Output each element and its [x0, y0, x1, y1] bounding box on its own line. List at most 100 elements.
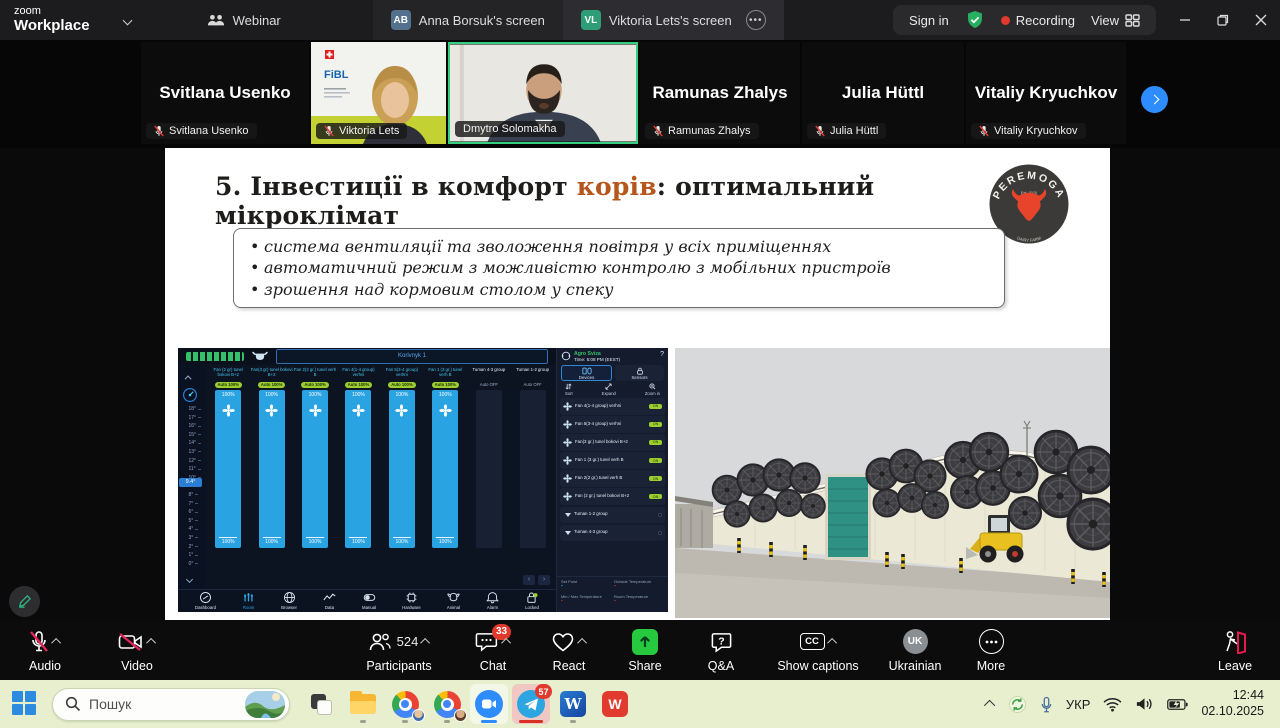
- tuman-auto-badge: Auto OFF: [477, 382, 501, 388]
- wifi-icon[interactable]: [1103, 697, 1122, 712]
- mic-off-icon: [154, 125, 164, 137]
- mic-off-icon: [979, 125, 989, 137]
- share-screen-icon: [632, 629, 658, 655]
- share-button[interactable]: Share: [618, 628, 672, 673]
- annotation-pencil-button[interactable]: [9, 586, 40, 617]
- taskbar-clock[interactable]: 12:44 02.10.2025: [1201, 688, 1264, 719]
- view-button[interactable]: View: [1091, 13, 1140, 28]
- file-explorer-button[interactable]: [344, 684, 382, 724]
- next-participants-button[interactable]: [1141, 86, 1168, 113]
- participants-count: 524: [397, 634, 419, 649]
- dashboard-side-panel: Agro Sviza Time: 5:08 PM (EEST) ? Device…: [556, 348, 668, 612]
- nav-locked: Locked: [525, 591, 539, 610]
- search-placeholder: Пошук: [89, 696, 237, 712]
- word-icon: W: [560, 691, 586, 717]
- tab-webinar[interactable]: Webinar: [189, 0, 299, 40]
- dashboard-logo: [186, 352, 244, 361]
- captions-button[interactable]: CC Show captions: [770, 628, 866, 673]
- restore-button[interactable]: [1204, 0, 1242, 40]
- speaker-icon[interactable]: [1135, 696, 1154, 712]
- chrome-profile2-button[interactable]: [428, 684, 466, 724]
- participants-chevron[interactable]: [420, 638, 430, 648]
- participant-tile-vitaliy[interactable]: Vitaliy Kryuchkov Vitaliy Kryuchkov: [966, 42, 1126, 144]
- video-button[interactable]: Video: [110, 628, 164, 673]
- wps-button[interactable]: W: [596, 684, 634, 724]
- tab-options-ellipsis-icon[interactable]: •••: [746, 10, 766, 30]
- sync-tray-icon[interactable]: [1008, 695, 1027, 714]
- chrome-profile1-button[interactable]: [386, 684, 424, 724]
- fan-icon: [563, 492, 572, 501]
- tab-viktoria-screen[interactable]: VL Viktoria Lets's screen •••: [563, 0, 784, 40]
- status-item: Room Temperature▪: [614, 595, 664, 609]
- device-name: Fan 5(3-4 group) verhni: [575, 422, 646, 427]
- more-label: More: [977, 659, 1005, 673]
- temp-tick-label: 11°: [188, 466, 195, 472]
- hidden-icons-chevron[interactable]: [987, 695, 995, 713]
- participant-label-text: Viktoria Lets: [339, 125, 399, 137]
- cow-icon: [252, 350, 268, 362]
- windows-start-button[interactable]: [12, 691, 38, 717]
- tab-anna-screen[interactable]: AB Anna Borsuk's screen: [373, 0, 563, 40]
- mic-muted-icon: [29, 630, 49, 654]
- device-name: Tuman 1-2 group: [574, 512, 655, 517]
- participant-tile-dmytro-video[interactable]: Dmytro Solomakha: [448, 42, 638, 144]
- qa-button[interactable]: ? Q&A: [694, 628, 748, 673]
- mic-off-icon: [653, 125, 663, 137]
- word-button[interactable]: W: [554, 684, 592, 724]
- status-item: Set Point▪: [561, 580, 611, 594]
- device-state-badge: ON: [649, 494, 662, 499]
- participant-name: Julia Hüttl: [842, 83, 924, 103]
- fan-value-top: 100%: [309, 392, 322, 398]
- audio-options-chevron[interactable]: [51, 638, 61, 648]
- taskbar-search[interactable]: Пошук: [52, 688, 290, 721]
- device-state-badge: ON: [649, 404, 662, 409]
- battery-icon[interactable]: [1167, 698, 1188, 711]
- zoom-app-button[interactable]: [470, 684, 508, 724]
- react-chevron[interactable]: [577, 638, 587, 648]
- close-button[interactable]: [1242, 0, 1280, 40]
- workspace-chevron-down-icon[interactable]: [124, 11, 131, 29]
- recording-label: Recording: [1016, 13, 1075, 28]
- cc-icon: CC: [800, 633, 825, 650]
- audio-button[interactable]: Audio: [18, 628, 72, 673]
- telegram-button[interactable]: 57: [512, 684, 550, 724]
- captions-label: Show captions: [777, 659, 858, 673]
- fan-column: Fan(3 gr) tunel bokovi B+2 Auto 100% 100…: [250, 367, 292, 589]
- caret-down-icon: [565, 513, 571, 517]
- participant-label: Julia Hüttl: [807, 123, 886, 139]
- minimize-button[interactable]: [1166, 0, 1204, 40]
- participant-tile-julia[interactable]: Julia Hüttl Julia Hüttl: [802, 42, 964, 144]
- microphone-tray-icon[interactable]: [1040, 696, 1053, 713]
- task-view-button[interactable]: [302, 684, 340, 724]
- temp-tick-label: 15°: [188, 432, 196, 438]
- search-highlight-thumbnail[interactable]: [245, 691, 285, 718]
- participant-tile-viktoria-video[interactable]: FiBL Viktoria Lets: [311, 42, 446, 144]
- device-name: Tuman 4-3 group: [574, 530, 655, 535]
- device-state-badge: ON: [649, 422, 662, 427]
- language-button[interactable]: UK Ukrainian: [888, 628, 942, 673]
- participants-label: Participants: [366, 659, 431, 673]
- tab-webinar-label: Webinar: [233, 13, 281, 28]
- chat-button[interactable]: 33 Chat: [466, 628, 520, 673]
- slide-bullet-list: система вентиляції та зволоження повітря…: [246, 236, 990, 300]
- react-button[interactable]: React: [542, 628, 596, 673]
- help-icon: ?: [660, 351, 664, 358]
- video-options-chevron[interactable]: [146, 638, 156, 648]
- fan-column: Fan 1 (3 gr.) tunel verh B Auto 100% 100…: [424, 367, 466, 589]
- captions-chevron[interactable]: [827, 638, 837, 648]
- fan-icon: [563, 456, 572, 465]
- more-button[interactable]: More: [964, 628, 1018, 673]
- language-indicator[interactable]: УКР: [1066, 697, 1091, 712]
- participant-tile-ramunas[interactable]: Ramunas Zhalys Ramunas Zhalys: [640, 42, 800, 144]
- participants-button[interactable]: 524 Participants: [354, 628, 444, 673]
- security-shield-icon[interactable]: [965, 10, 985, 30]
- device-name: Fan (2 gr.) tunel bokovi B+2: [575, 494, 646, 499]
- tuman-slider: [520, 390, 546, 548]
- temp-tick-label: 14°: [188, 440, 196, 446]
- participant-tile-svitlana[interactable]: Svitlana Usenko Svitlana Usenko: [141, 42, 309, 144]
- fan-column: Fan 5(3-4 group) verhni Auto 100% 100% 1…: [381, 367, 423, 589]
- share-label: Share: [628, 659, 661, 673]
- sign-in-button[interactable]: Sign in: [909, 13, 949, 28]
- tuman-device-row: Tuman 4-3 group: [560, 525, 665, 542]
- leave-button[interactable]: Leave: [1208, 628, 1262, 673]
